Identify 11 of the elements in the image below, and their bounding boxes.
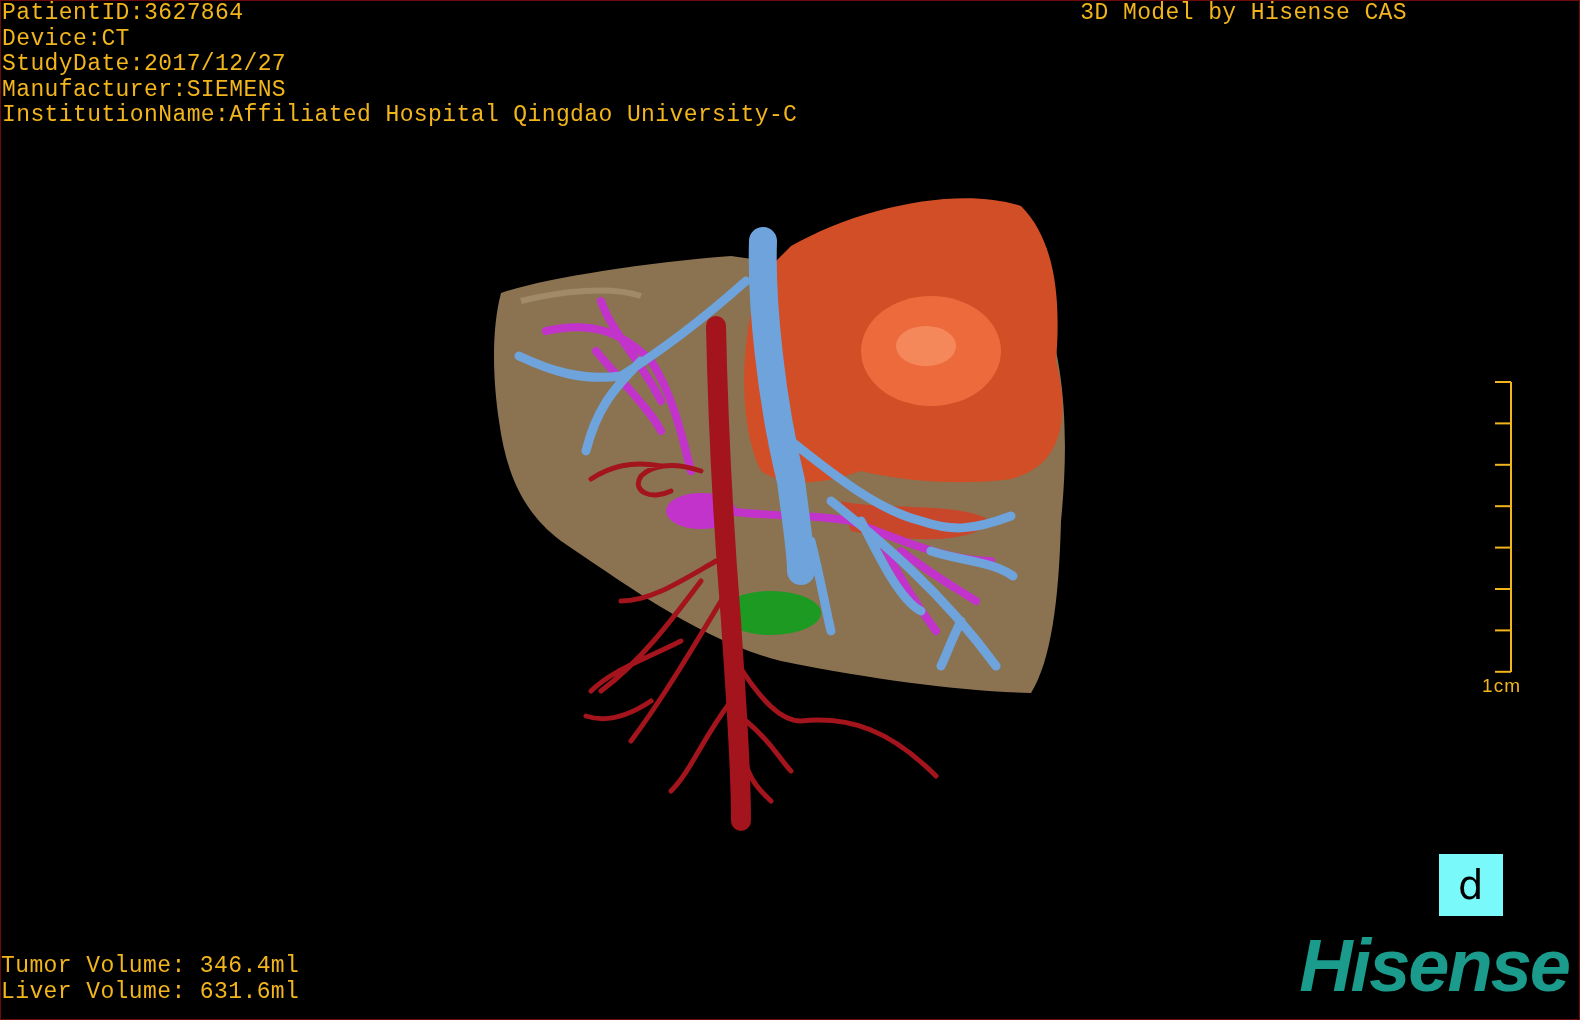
- patient-info-line: StudyDate:2017/12/27: [2, 52, 288, 78]
- volume-reading: Tumor Volume: 346.4ml: [1, 954, 300, 980]
- brand-logo: Hisense: [1299, 930, 1569, 1002]
- orientation-marker: d: [1439, 854, 1503, 916]
- scale-label: 1cm: [1482, 674, 1521, 698]
- volume-reading: Liver Volume: 631.6ml: [1, 979, 300, 1005]
- patient-info-line: Manufacturer:SIEMENS: [2, 77, 288, 103]
- patient-info-line: InstitutionName:Affiliated Hospital Qingdao University-C: [2, 103, 798, 129]
- patient-info-line: PatientID:3627864: [2, 1, 245, 27]
- patient-info-line: Device:CT: [2, 26, 131, 52]
- viewer-title: 3D Model by Hisense CAS: [1080, 1, 1407, 27]
